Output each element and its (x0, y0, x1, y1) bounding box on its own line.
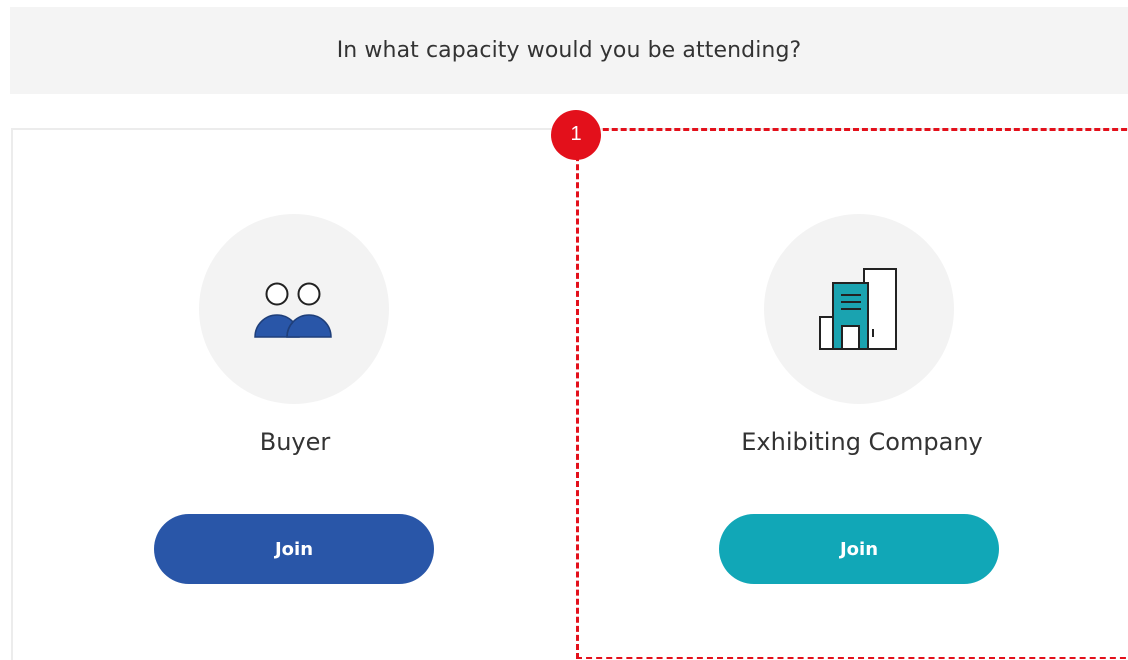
question-title: In what capacity would you be attending? (336, 38, 802, 63)
buyer-title: Buyer (259, 428, 331, 456)
exhibitor-join-button[interactable]: Join (719, 514, 999, 584)
building-icon (819, 268, 897, 350)
people-icon (254, 282, 332, 338)
exhibitor-title: Exhibiting Company (741, 428, 983, 456)
buyer-card: Buyer Join (13, 130, 579, 660)
step-marker-label: 1 (570, 122, 582, 145)
capacity-selection-page: In what capacity would you be attending?… (0, 0, 1128, 660)
step-marker-badge: 1 (551, 110, 601, 160)
role-cards-panel: Buyer Join Exhibiting Company Join (11, 128, 1128, 660)
question-banner: In what capacity would you be attending? (10, 7, 1128, 94)
exhibitor-card: Exhibiting Company Join (579, 130, 1128, 660)
buyer-join-button[interactable]: Join (154, 514, 434, 584)
exhibitor-icon-circle (764, 214, 954, 404)
buyer-icon-circle (199, 214, 389, 404)
